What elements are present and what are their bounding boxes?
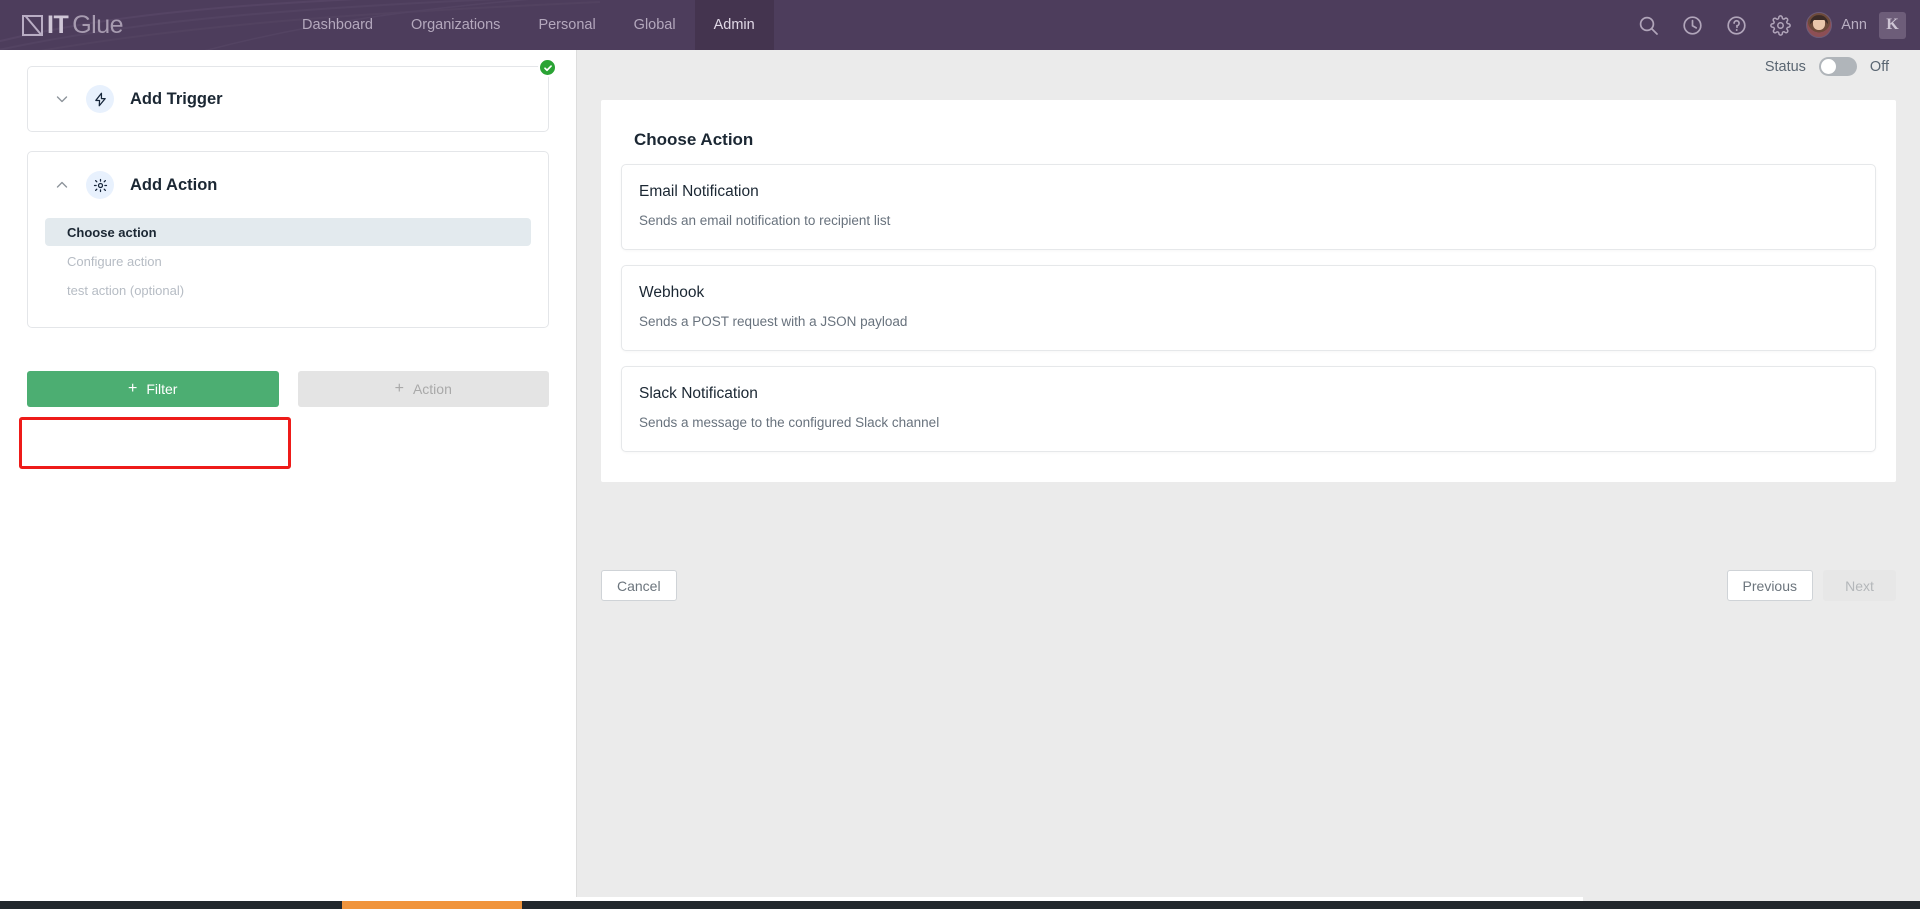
- main-nav: Dashboard Organizations Personal Global …: [283, 0, 774, 50]
- header-actions: Ann K: [1626, 0, 1906, 50]
- chevron-down-icon[interactable]: [54, 91, 70, 107]
- page-title: Choose Action: [634, 130, 754, 149]
- add-action-button[interactable]: + Action: [297, 371, 549, 407]
- nav-item-organizations[interactable]: Organizations: [392, 0, 519, 50]
- status-value: Off: [1869, 58, 1889, 75]
- bottom-progress-segment: [342, 901, 522, 909]
- add-filter-button[interactable]: + Filter: [27, 371, 279, 407]
- add-action-label: Action: [412, 381, 452, 397]
- chevron-up-icon[interactable]: [54, 177, 70, 193]
- add-trigger-card[interactable]: Add Trigger: [27, 58, 557, 132]
- app-switcher-badge[interactable]: K: [1879, 11, 1906, 39]
- previous-button[interactable]: Previous: [1726, 570, 1813, 601]
- step-test-action[interactable]: test action (optional): [45, 276, 531, 304]
- action-option-description: Sends an email notification to recipient…: [639, 213, 891, 228]
- add-filter-label: Filter: [146, 381, 178, 397]
- lightning-bolt-icon: [86, 85, 114, 113]
- action-option-title: Email Notification: [639, 183, 759, 200]
- top-navigation-bar: IT Glue Dashboard Organizations Personal…: [0, 0, 1920, 50]
- action-option-webhook[interactable]: Webhook Sends a POST request with a JSON…: [621, 265, 1876, 351]
- add-trigger-title: Add Trigger: [130, 89, 223, 108]
- help-question-icon[interactable]: [1714, 0, 1758, 50]
- user-menu[interactable]: Ann: [1806, 12, 1867, 38]
- add-action-header[interactable]: Add Action: [28, 152, 548, 218]
- action-option-slack-notification[interactable]: Slack Notification Sends a message to th…: [621, 366, 1876, 452]
- add-trigger-header[interactable]: Add Trigger: [28, 66, 223, 132]
- nav-item-dashboard[interactable]: Dashboard: [283, 0, 392, 50]
- status-toggle[interactable]: [1818, 57, 1857, 76]
- action-option-description: Sends a message to the configured Slack …: [639, 415, 940, 430]
- page-body: Add Trigger Add Action Choose action Con…: [0, 50, 1920, 909]
- add-action-title: Add Action: [130, 175, 218, 194]
- workflow-status-control: Status Off: [1765, 57, 1889, 76]
- trigger-complete-check-icon: [538, 58, 557, 77]
- itglue-logo[interactable]: IT Glue: [22, 0, 124, 50]
- step-choose-action[interactable]: Choose action: [45, 218, 531, 246]
- logo-text-light: Glue: [72, 10, 124, 39]
- search-icon[interactable]: [1626, 0, 1670, 50]
- wizard-nav-buttons: Previous Next: [1726, 570, 1896, 601]
- plus-icon: +: [128, 380, 138, 397]
- bottom-progress-strip: [0, 901, 1920, 909]
- status-label: Status: [1764, 58, 1806, 75]
- nav-item-admin[interactable]: Admin: [694, 0, 774, 50]
- user-name: Ann: [1841, 17, 1867, 33]
- action-option-title: Slack Notification: [639, 385, 758, 402]
- action-option-title: Webhook: [639, 284, 705, 301]
- action-option-description: Sends a POST request with a JSON payload: [639, 314, 908, 329]
- cancel-button[interactable]: Cancel: [601, 570, 677, 601]
- status-toggle-knob: [1820, 59, 1836, 74]
- add-action-card[interactable]: Add Action Choose action Configure actio…: [27, 151, 549, 328]
- filter-button-highlight: [19, 417, 291, 469]
- next-button[interactable]: Next: [1823, 570, 1896, 601]
- action-option-email-notification[interactable]: Email Notification Sends an email notifi…: [621, 164, 1876, 250]
- itglue-logo-mark: [22, 14, 43, 36]
- gear-icon: [86, 171, 114, 199]
- plus-icon: +: [394, 380, 404, 397]
- action-configuration-area: Status Off Choose Action Email Notificat…: [578, 50, 1920, 909]
- step-configure-action[interactable]: Configure action: [45, 247, 531, 275]
- avatar: [1806, 12, 1833, 38]
- gear-icon[interactable]: [1758, 0, 1802, 50]
- logo-text-bold: IT: [47, 10, 69, 39]
- add-node-buttons: + Filter + Action: [27, 371, 549, 407]
- workflow-builder-panel: Add Trigger Add Action Choose action Con…: [0, 50, 577, 909]
- nav-item-personal[interactable]: Personal: [519, 0, 614, 50]
- action-steps-list: Choose action Configure action test acti…: [28, 218, 548, 304]
- choose-action-panel: Choose Action Email Notification Sends a…: [601, 100, 1896, 482]
- nav-item-global[interactable]: Global: [615, 0, 695, 50]
- wizard-footer: Cancel Previous Next: [601, 570, 1896, 601]
- history-clock-icon[interactable]: [1670, 0, 1714, 50]
